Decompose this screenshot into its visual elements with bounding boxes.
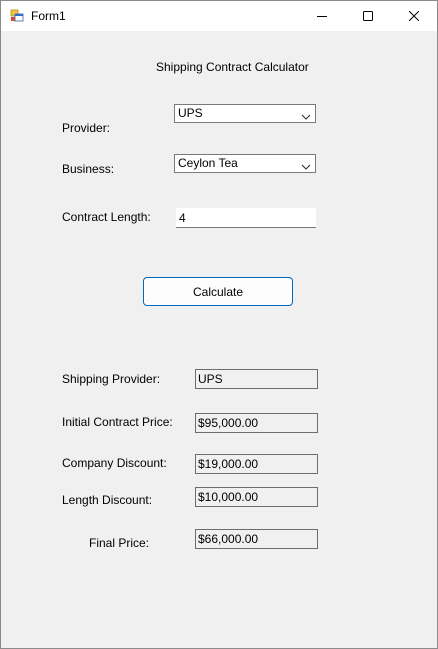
maximize-button[interactable]	[345, 1, 391, 31]
shipping-provider-value: UPS	[198, 372, 223, 386]
final-price-label: Final Price:	[89, 536, 150, 550]
provider-selected-value: UPS	[178, 106, 203, 120]
business-label: Business:	[62, 162, 115, 176]
chevron-down-icon	[301, 110, 311, 124]
length-discount-output: $10,000.00	[195, 487, 318, 507]
provider-dropdown[interactable]: UPS	[174, 104, 316, 123]
window-title: Form1	[31, 9, 66, 23]
provider-label: Provider:	[62, 121, 111, 135]
chevron-down-icon	[301, 160, 311, 174]
shipping-provider-output: UPS	[195, 369, 318, 389]
minimize-icon	[317, 11, 327, 21]
company-discount-value: $19,000.00	[198, 457, 259, 471]
company-discount-output: $19,000.00	[195, 454, 318, 474]
company-discount-label: Company Discount:	[62, 456, 167, 470]
length-discount-label: Length Discount:	[62, 493, 153, 507]
form1-window: Form1 Shipping Contract Calculator Provi…	[0, 0, 438, 649]
form-app-icon	[10, 9, 24, 23]
initial-price-output: $95,000.00	[195, 413, 318, 433]
length-discount-value: $10,000.00	[198, 490, 259, 504]
business-dropdown[interactable]: Ceylon Tea	[174, 154, 316, 173]
maximize-icon	[363, 11, 373, 21]
shipping-provider-label: Shipping Provider:	[62, 372, 161, 386]
contract-length-input[interactable]: 4	[176, 208, 316, 228]
calculate-button[interactable]: Calculate	[143, 277, 293, 306]
initial-price-value: $95,000.00	[198, 416, 259, 430]
initial-price-label: Initial Contract Price:	[62, 415, 173, 429]
contract-length-value: 4	[179, 211, 186, 225]
form-heading: Shipping Contract Calculator	[156, 60, 309, 74]
close-button[interactable]	[391, 1, 437, 31]
title-bar[interactable]: Form1	[1, 1, 437, 31]
contract-length-label: Contract Length:	[62, 210, 151, 224]
final-price-output: $66,000.00	[195, 529, 318, 549]
calculate-button-label: Calculate	[192, 284, 244, 299]
business-selected-value: Ceylon Tea	[178, 156, 238, 170]
minimize-button[interactable]	[299, 1, 345, 31]
final-price-value: $66,000.00	[198, 532, 259, 546]
close-icon	[409, 11, 419, 21]
form-client-area: Shipping Contract Calculator Provider: U…	[1, 31, 437, 648]
